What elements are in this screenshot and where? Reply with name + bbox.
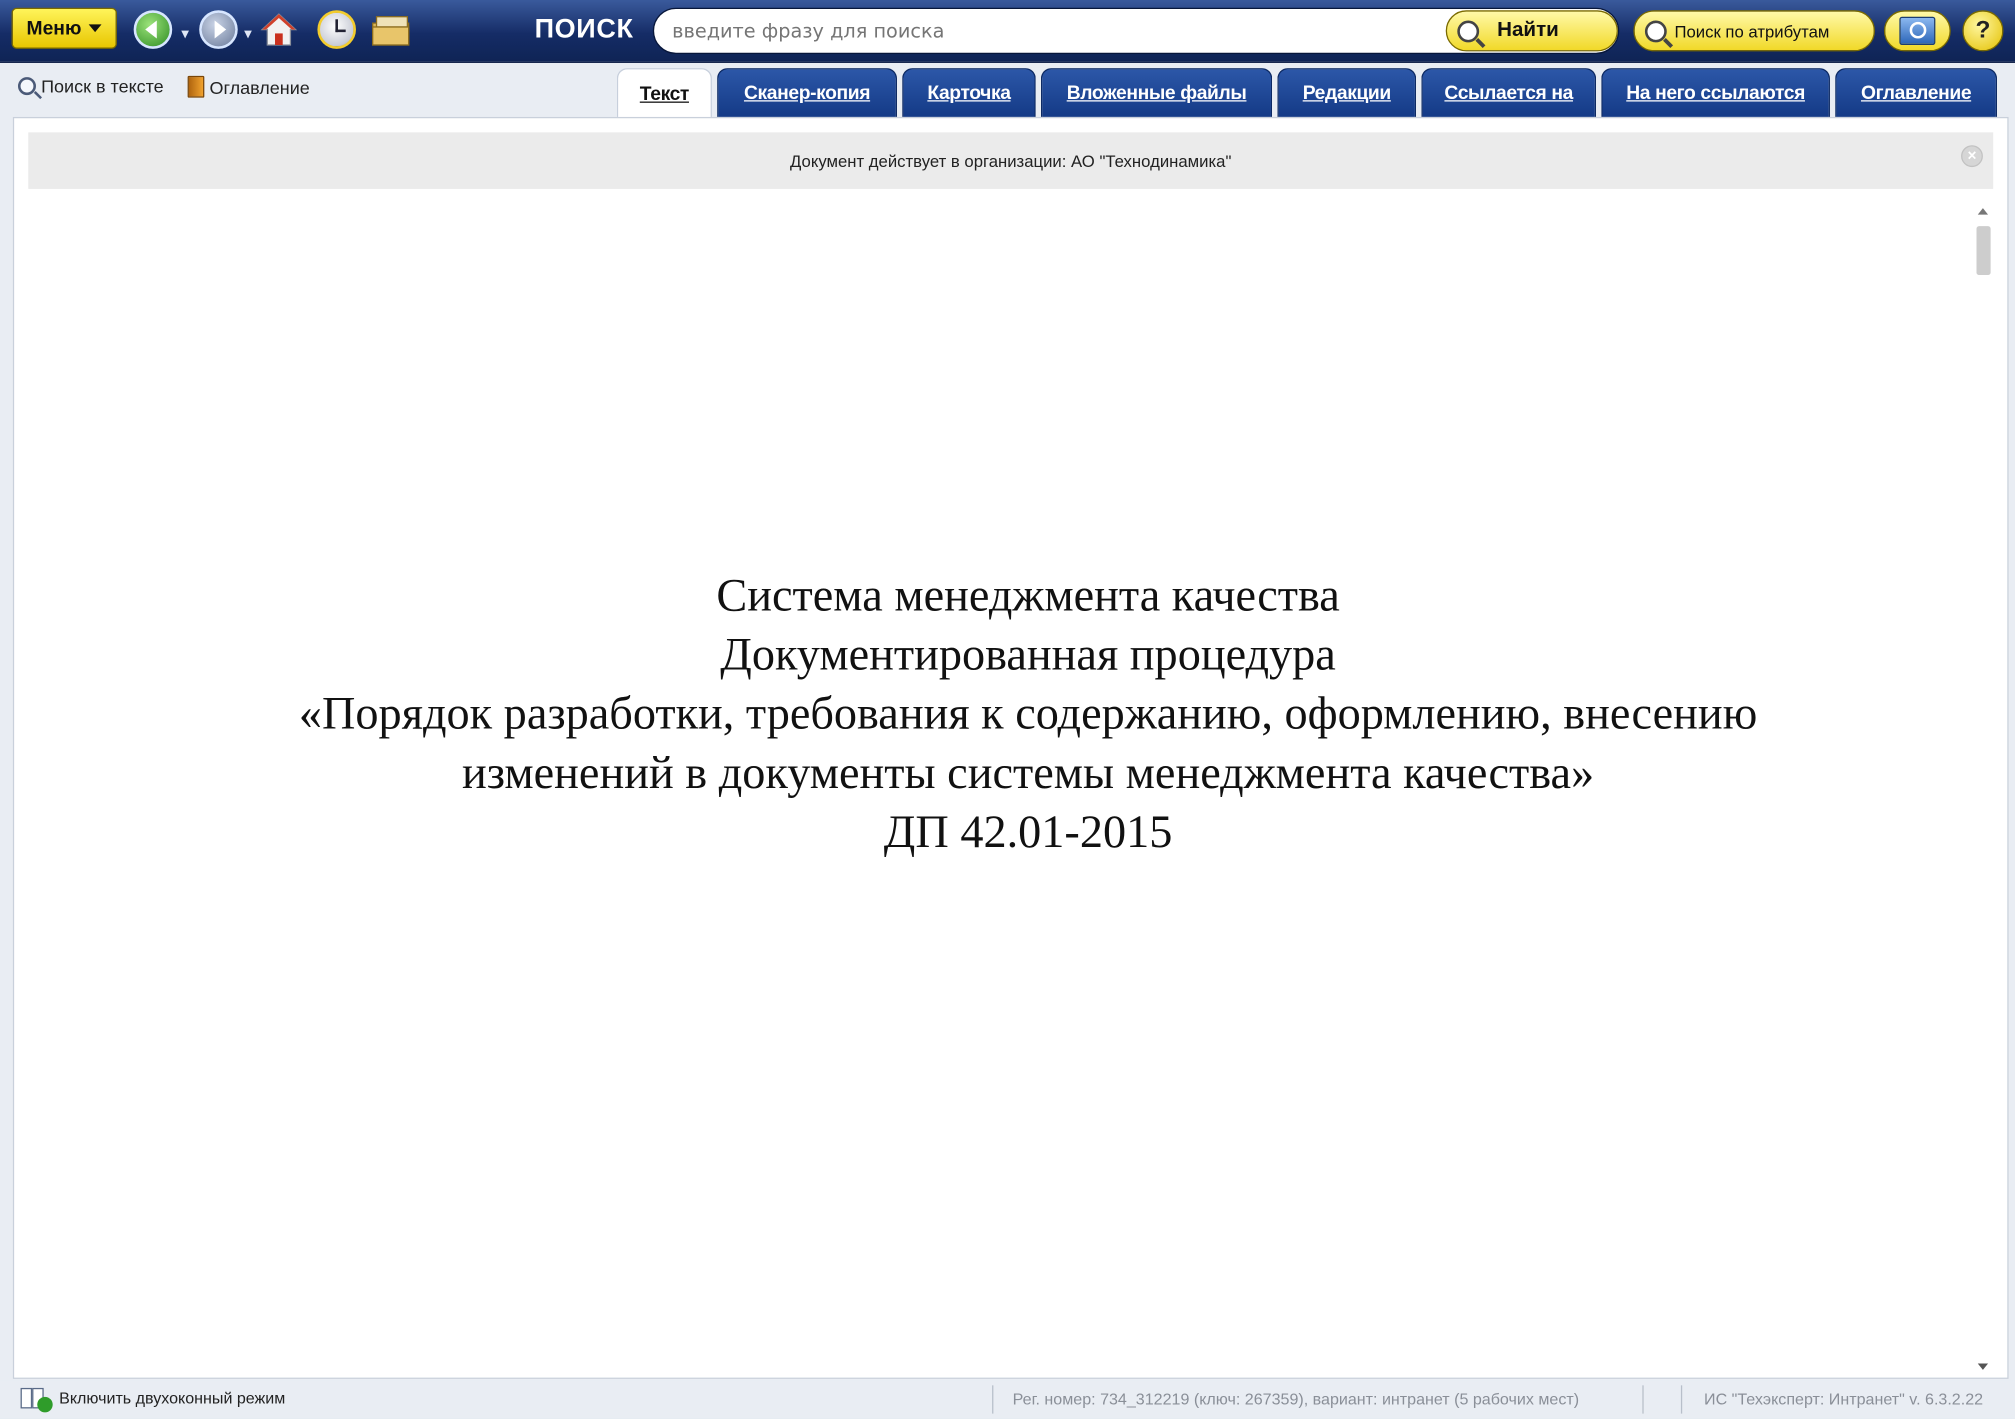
close-icon[interactable]: × <box>1961 145 1983 168</box>
tab-revisions[interactable]: Редакции <box>1277 68 1417 117</box>
arrow-left-icon <box>145 20 157 39</box>
title-line: изменений в документы системы менеджмент… <box>461 746 1595 799</box>
title-line: «Порядок разработки, требования к содерж… <box>298 687 1758 739</box>
folder-button[interactable] <box>370 10 414 49</box>
document-content: Документ действует в организации: АО "Те… <box>12 116 2009 1379</box>
scroll-thumb[interactable] <box>1976 226 1991 276</box>
tab-scan-copy[interactable]: Сканер-копия <box>717 68 897 117</box>
tab-text[interactable]: Текст <box>616 68 712 119</box>
search-section-label: ПОИСК <box>534 14 634 44</box>
dual-window-label: Включить двухоконный режим <box>59 1389 286 1408</box>
tab-label: Оглавление <box>1860 82 1972 105</box>
dual-window-icon <box>20 1387 53 1413</box>
tab-label: На него ссылаются <box>1626 82 1805 105</box>
attribute-search-label: Поиск по атрибутам <box>1674 21 1830 41</box>
tab-label: Вложенные файлы <box>1066 82 1247 105</box>
status-bar: Включить двухоконный режим Рег. номер: 7… <box>0 1380 2015 1419</box>
main-toolbar: Меню ▾ ▾ ПОИСК введите фразу для поиска … <box>0 0 2015 63</box>
title-line: Система менеджмента качества <box>716 569 1340 621</box>
home-icon <box>260 13 298 46</box>
search-icon <box>17 77 36 96</box>
tab-label: Карточка <box>927 82 1011 105</box>
tab-references[interactable]: Ссылается на <box>1421 68 1597 117</box>
attribute-search-button[interactable]: Поиск по атрибутам <box>1633 10 1875 52</box>
search-icon <box>1457 19 1480 42</box>
scroll-down-icon[interactable] <box>1977 1363 1989 1370</box>
back-button[interactable] <box>133 10 173 49</box>
search-in-text-label: Поиск в тексте <box>41 75 164 97</box>
book-icon <box>187 75 205 98</box>
tab-card[interactable]: Карточка <box>902 68 1036 117</box>
arrow-right-icon <box>214 20 227 39</box>
status-divider <box>1680 1385 1683 1414</box>
title-line: Документированная процедура <box>720 628 1336 680</box>
menu-button[interactable]: Меню <box>11 7 117 49</box>
notice-text: Документ действует в организации: АО "Те… <box>790 150 1232 171</box>
chevron-down-icon <box>89 24 102 33</box>
help-icon: ? <box>1975 16 1991 44</box>
attribute-search-icon <box>1644 19 1667 42</box>
menu-label: Меню <box>26 17 82 40</box>
search-in-text-link[interactable]: Поиск в тексте <box>17 75 164 97</box>
find-button[interactable]: Найти <box>1445 10 1618 52</box>
tab-label: Ссылается на <box>1444 82 1573 105</box>
tab-attached-files[interactable]: Вложенные файлы <box>1040 68 1273 117</box>
tab-label: Текст <box>639 82 690 105</box>
find-label: Найти <box>1497 19 1559 42</box>
tab-toc[interactable]: Оглавление <box>1835 68 1998 117</box>
dual-window-toggle[interactable]: Включить двухоконный режим <box>20 1387 286 1413</box>
scanner-icon <box>1899 16 1936 45</box>
toc-label: Оглавление <box>209 76 310 98</box>
back-dropdown-icon[interactable]: ▾ <box>181 24 189 42</box>
home-button[interactable] <box>260 10 299 49</box>
toc-link[interactable]: Оглавление <box>187 75 310 98</box>
forward-dropdown-icon[interactable]: ▾ <box>244 24 252 42</box>
scroll-up-icon[interactable] <box>1977 208 1989 215</box>
app-window: Меню ▾ ▾ ПОИСК введите фразу для поиска … <box>0 0 2015 1419</box>
folder-icon <box>372 16 410 46</box>
status-divider <box>1642 1385 1644 1414</box>
forward-button[interactable] <box>199 10 238 49</box>
history-button[interactable] <box>317 10 356 49</box>
title-line: ДП 42.01-2015 <box>883 805 1173 858</box>
scanner-button[interactable] <box>1883 10 1951 52</box>
tab-label: Сканер-копия <box>743 82 871 105</box>
tab-referenced-by[interactable]: На него ссылаются <box>1601 68 1830 117</box>
tab-label: Редакции <box>1302 82 1392 105</box>
document-title: Система менеджмента качества Документиро… <box>14 565 2015 861</box>
vertical-scrollbar[interactable] <box>1973 208 1994 1370</box>
status-divider <box>992 1385 994 1414</box>
organization-notice: Документ действует в организации: АО "Те… <box>28 132 1994 189</box>
help-button[interactable]: ? <box>1962 10 2004 52</box>
version-info: ИС "Техэксперт: Интранет" v. 6.3.2.22 <box>1704 1390 1984 1409</box>
registration-info: Рег. номер: 734_312219 (ключ: 267359), в… <box>1012 1390 1580 1409</box>
